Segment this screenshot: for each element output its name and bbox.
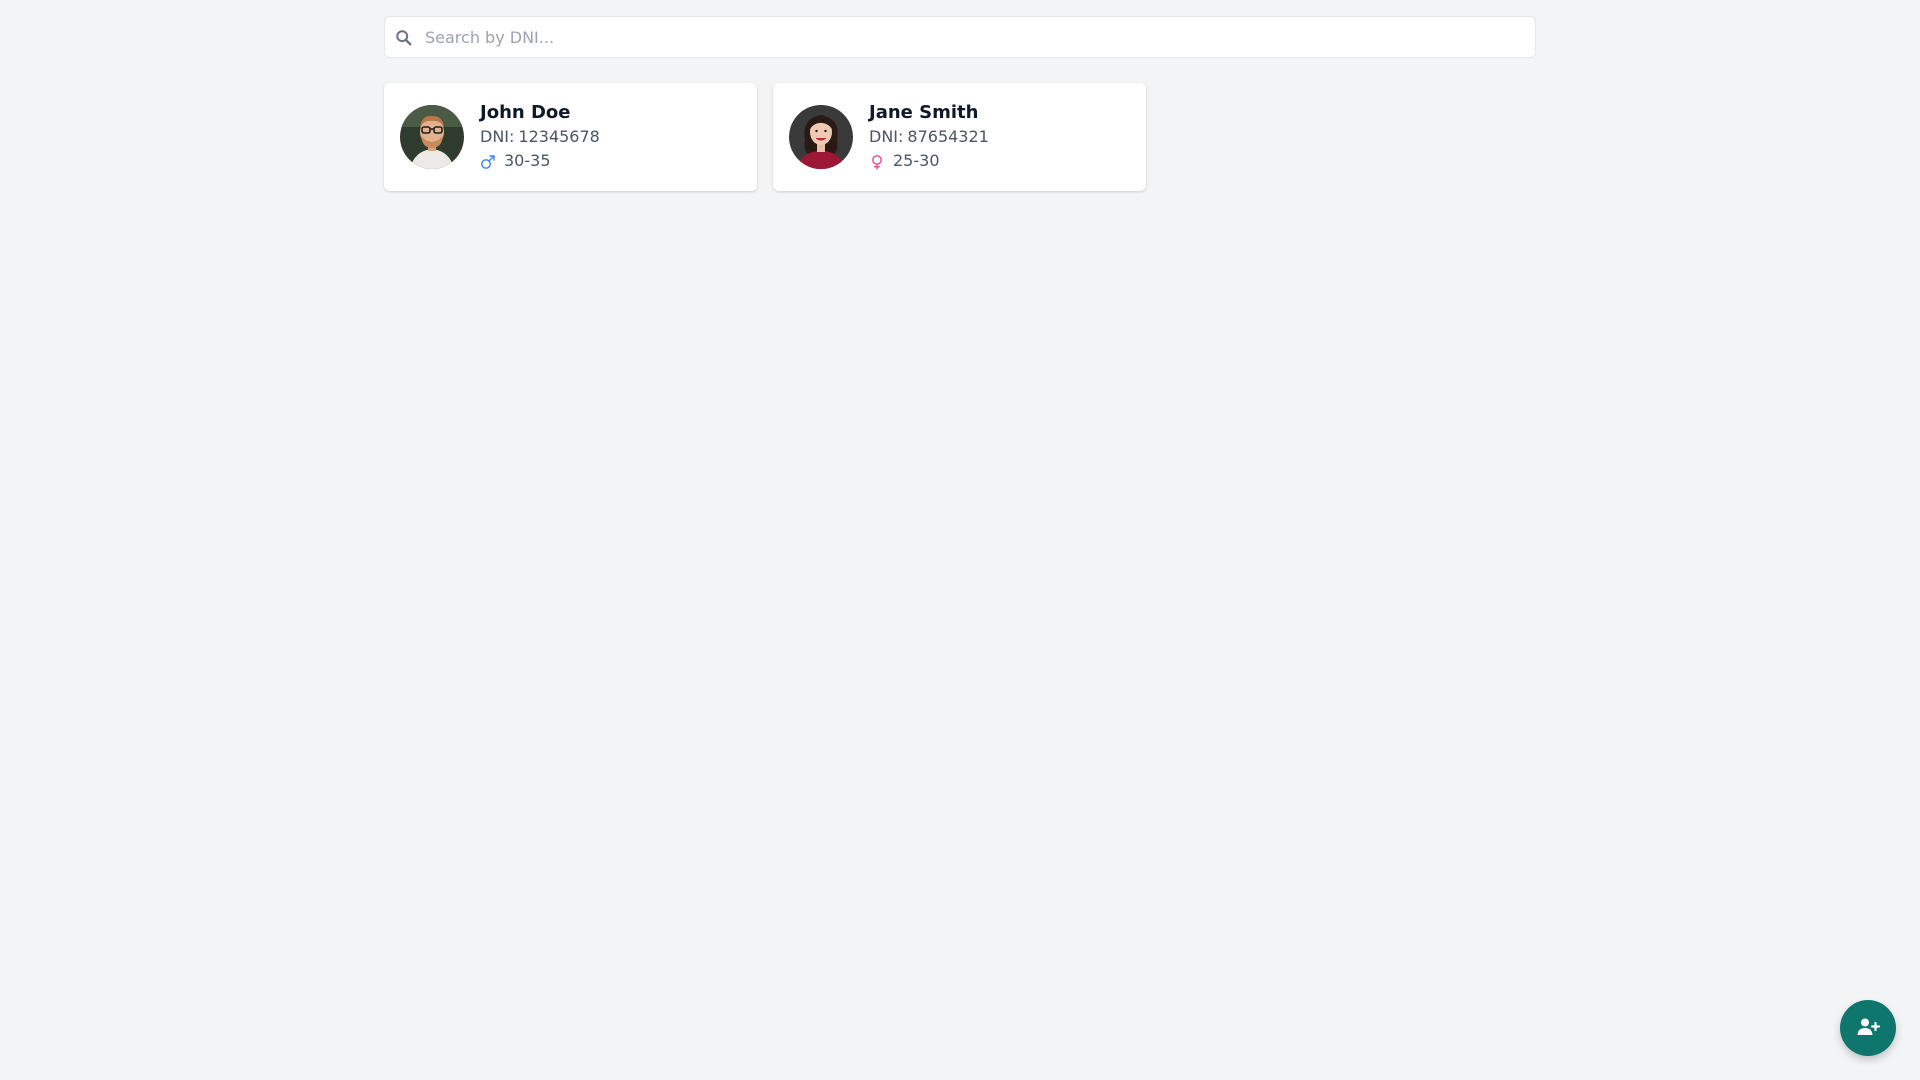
person-age-range: 25-30: [893, 151, 940, 170]
person-card-john-doe[interactable]: John Doe DNI: 12345678 30-35: [384, 83, 757, 191]
search-box: [384, 16, 1536, 58]
person-age-row: 30-35: [480, 149, 600, 173]
person-dni: DNI: 87654321: [869, 125, 989, 149]
avatar: [789, 105, 853, 169]
search-input[interactable]: [385, 17, 1535, 57]
person-name: John Doe: [480, 102, 571, 123]
person-list: John Doe DNI: 12345678 30-35 Jane Smith …: [384, 83, 1536, 191]
add-user-icon: [1856, 1015, 1881, 1042]
dni-label: DNI:: [869, 127, 904, 146]
male-icon: [480, 153, 496, 169]
add-person-button[interactable]: [1840, 1000, 1896, 1056]
female-icon: [869, 153, 885, 170]
dni-label: DNI:: [480, 127, 515, 146]
person-dni: DNI: 12345678: [480, 125, 600, 149]
search-icon: [395, 29, 413, 47]
person-age-range: 30-35: [504, 151, 551, 170]
person-card-jane-smith[interactable]: Jane Smith DNI: 87654321 25-30: [773, 83, 1146, 191]
avatar: [400, 105, 464, 169]
dni-value: 87654321: [907, 127, 989, 146]
person-info: Jane Smith DNI: 87654321 25-30: [869, 101, 989, 173]
person-age-row: 25-30: [869, 149, 989, 173]
person-info: John Doe DNI: 12345678 30-35: [480, 101, 600, 173]
person-name: Jane Smith: [869, 102, 979, 123]
main-container: John Doe DNI:12345678 30-35: [384, 16, 1536, 191]
dni-value: 12345678: [518, 127, 600, 146]
